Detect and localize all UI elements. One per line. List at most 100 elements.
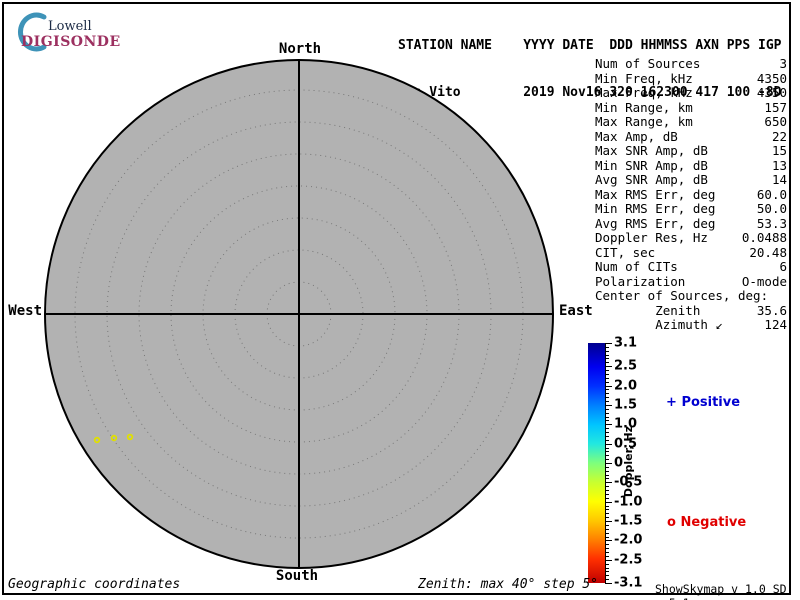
colorbar-minor-tick xyxy=(605,397,609,399)
stat-value: 4350 xyxy=(756,70,787,86)
stat-label: Avg SNR Amp, dB xyxy=(595,172,708,187)
stat-row: Min RMS Err, deg 50.0 xyxy=(595,201,787,217)
colorbar-minor-tick xyxy=(605,389,609,391)
stat-row: Doppler Res, Hz 0.0488 xyxy=(595,230,787,246)
stat-label: Avg RMS Err, deg xyxy=(595,215,716,231)
colorbar-minor-tick xyxy=(605,548,609,550)
stat-row: Center of Sources, deg: xyxy=(595,288,787,304)
colorbar-minor-tick xyxy=(605,346,609,348)
colorbar-major-tick xyxy=(605,424,612,426)
logo-text-lowell: Lowell xyxy=(48,19,92,34)
skymap-page: Lowell DIGISONDE STATION NAME YYYY DATE … xyxy=(0,0,800,600)
stat-label: Polarization xyxy=(595,273,686,289)
stat-value: 13 xyxy=(771,157,787,173)
colorbar-minor-tick xyxy=(605,428,609,430)
colorbar-minor-tick xyxy=(605,373,609,375)
colorbar-minor-tick xyxy=(605,536,609,538)
stat-label: Doppler Res, Hz xyxy=(595,230,708,245)
stat-value: 15 xyxy=(771,143,787,158)
legend-positive: + Positive xyxy=(666,395,740,410)
colorbar-minor-tick xyxy=(605,575,609,577)
legend-positive-label: Positive xyxy=(681,395,741,410)
colorbar-minor-tick xyxy=(605,420,609,422)
colorbar-minor-tick xyxy=(605,412,609,414)
colorbar-minor-tick xyxy=(605,579,609,581)
colorbar-tick-label: -1.5 xyxy=(614,513,643,529)
stat-label: Min Range, km xyxy=(595,99,693,115)
colorbar-title: Doppler, Hz xyxy=(622,426,635,498)
stat-value: 14 xyxy=(771,172,787,187)
legend-negative-label: Negative xyxy=(680,515,747,530)
colorbar-minor-tick xyxy=(605,470,609,472)
skymap-plot xyxy=(44,59,554,569)
zenith-range-caption: Zenith: max 40° step 5° xyxy=(418,577,599,592)
coordinates-caption: Geographic coordinates xyxy=(8,577,181,592)
colorbar-major-tick xyxy=(605,501,612,503)
stat-row: CIT, sec 20.48 xyxy=(595,244,787,261)
colorbar-minor-tick xyxy=(605,432,609,434)
colorbar-minor-tick xyxy=(605,567,609,569)
stat-label: Azimuth ↙ xyxy=(595,317,723,332)
compass-label-south: South xyxy=(275,568,319,584)
colorbar-minor-tick xyxy=(605,493,609,495)
colorbar-tick-label: 1.5 xyxy=(614,397,638,413)
colorbar-minor-tick xyxy=(605,393,609,395)
plus-marker-icon: + xyxy=(666,395,677,410)
software-version-caption: ShowSkymap v 1.0 SD v 5.1 xyxy=(655,582,787,600)
colorbar-minor-tick xyxy=(605,528,609,530)
stat-value: O-mode xyxy=(741,273,787,289)
colorbar-minor-tick xyxy=(605,455,609,457)
stat-row: Zenith 35.6 xyxy=(595,302,787,319)
stat-value: 20.48 xyxy=(749,244,787,260)
stat-row: Max Amp, dB 22 xyxy=(595,128,787,145)
colorbar-minor-tick xyxy=(605,416,609,418)
colorbar-minor-tick xyxy=(605,563,609,565)
stat-row: Min Range, km 157 xyxy=(595,99,787,116)
colorbar-minor-tick xyxy=(605,517,609,519)
stat-row: Num of Sources 3 xyxy=(595,56,787,72)
colorbar-minor-tick xyxy=(605,490,609,492)
stat-row: Max RMS Err, deg 60.0 xyxy=(595,187,787,203)
colorbar-minor-tick xyxy=(605,532,609,534)
stat-row: Avg SNR Amp, dB 14 xyxy=(595,172,787,188)
colorbar-minor-tick xyxy=(605,555,609,557)
stat-label: Max Range, km xyxy=(595,114,693,129)
stat-value: 4350 xyxy=(756,85,787,100)
header-columns-line: STATION NAME YYYY DATE DDD HHMMSS AXN PP… xyxy=(398,38,782,53)
stat-row: Avg RMS Err, deg 53.3 xyxy=(595,215,787,232)
stat-row: Max Freq, kHz 4350 xyxy=(595,85,787,101)
colorbar-minor-tick xyxy=(605,358,609,360)
stat-value: 22 xyxy=(771,128,787,144)
stat-value: 0.0488 xyxy=(741,230,787,245)
colorbar-minor-tick xyxy=(605,381,609,383)
colorbar-minor-tick xyxy=(605,513,609,515)
stat-value: 6 xyxy=(779,259,787,274)
doppler-colorbar xyxy=(588,343,605,583)
colorbar-major-tick xyxy=(605,559,612,561)
stat-label: Num of CITs xyxy=(595,259,678,274)
stat-value: 650 xyxy=(764,114,787,129)
colorbar-major-tick xyxy=(605,482,612,484)
stat-row: Max SNR Amp, dB 15 xyxy=(595,143,787,159)
stat-label: Center of Sources, deg: xyxy=(595,288,769,303)
colorbar-minor-tick xyxy=(605,447,609,449)
circle-marker-icon: o xyxy=(667,515,676,530)
colorbar-minor-tick xyxy=(605,362,609,364)
colorbar-tick-label: -2.0 xyxy=(614,532,643,548)
colorbar-major-tick xyxy=(605,443,612,445)
colorbar-minor-tick xyxy=(605,408,609,410)
colorbar-minor-tick xyxy=(605,370,609,372)
colorbar-major-tick xyxy=(605,343,612,344)
colorbar-minor-tick xyxy=(605,509,609,511)
stat-row: Azimuth ↙ 124 xyxy=(595,317,787,333)
stat-value: 3 xyxy=(779,56,787,71)
colorbar-minor-tick xyxy=(605,552,609,554)
colorbar-tick-scale: 3.1 2.5 2.0 1.5 1.0 0.5 0 -0.5 -1.0 -1.5 -2.0 -2.5-… xyxy=(605,336,665,591)
colorbar-minor-tick xyxy=(605,505,609,507)
colorbar-minor-tick xyxy=(605,524,609,526)
colorbar-tick-label: 2.5 xyxy=(614,358,638,374)
colorbar-minor-tick xyxy=(605,350,609,352)
stat-value: 35.6 xyxy=(756,302,787,318)
logo-text-digisonde: DIGISONDE xyxy=(21,34,121,50)
colorbar-minor-tick xyxy=(605,439,609,441)
